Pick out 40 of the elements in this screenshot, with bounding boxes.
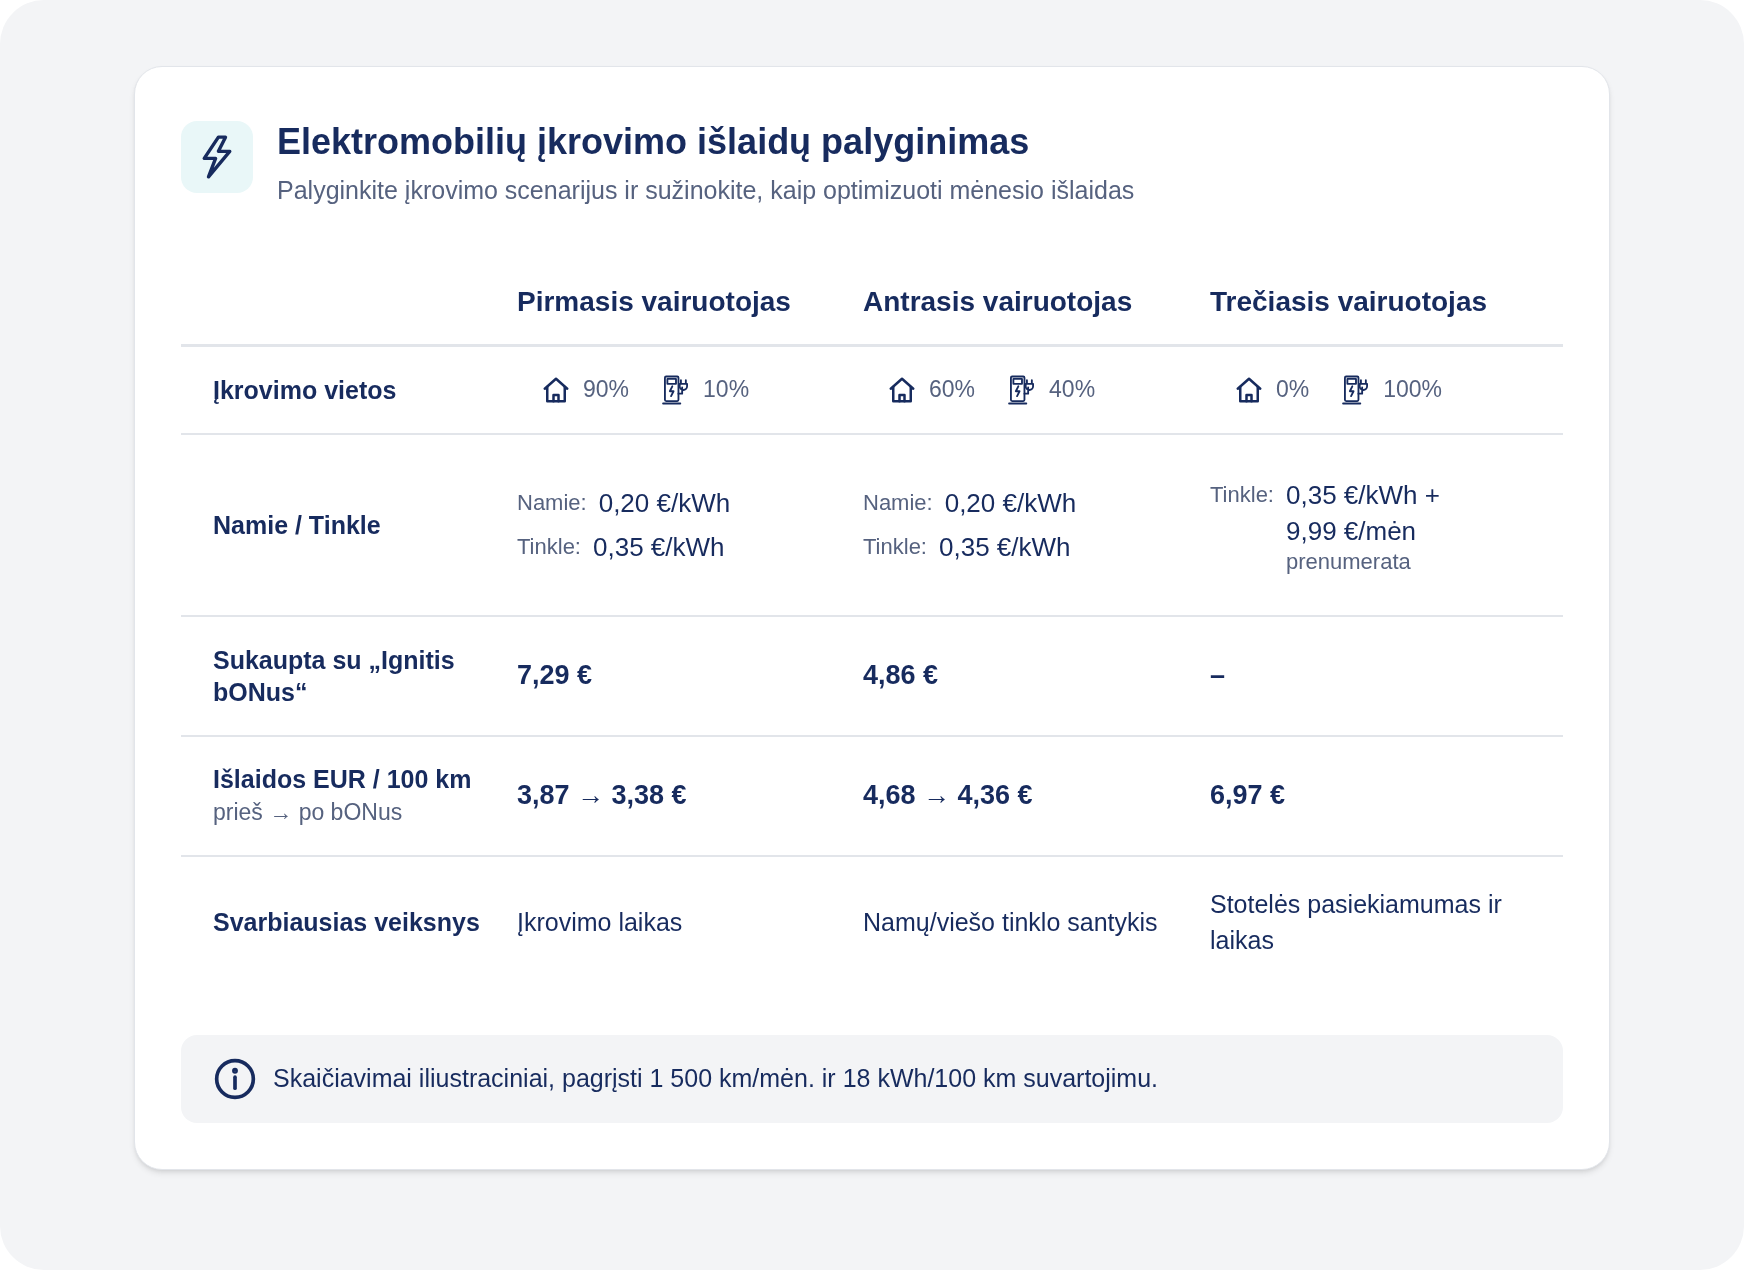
amount-value: 6,97 € [1210,779,1287,813]
rate-label: Tinkle: [1210,480,1274,509]
row-sublabel: prieš → po bONus [213,797,404,827]
factor-text: Stotelės pasiekiamumas ir laikas [1210,888,1503,956]
rate-label: Namie: [517,488,587,517]
row-label: Sukaupta su „Ignitis bONus“ [213,644,456,708]
rate-value: 0,35 €/kWh [593,530,725,564]
amount-value: 7,29 € [517,659,594,693]
rate-label: Namie: [863,488,933,517]
rate-value: 0,20 €/kWh [598,486,731,520]
network-share: 10% [703,375,750,405]
lightning-icon [200,134,234,180]
row-label: Įkrovimo vietos [213,374,398,406]
factor-text: Namų/viešo tinklo santykis [863,906,1159,938]
info-icon [213,1056,257,1101]
page-subtitle: Palyginkite įkrovimo scenarijus ir sužinokite, kaip optimizuoti mėnesio išlaidas [277,175,1135,206]
amount-value: 4,86 € [863,659,940,693]
row-label: Išlaidos EUR / 100 km [213,763,473,795]
amount-value: 4,68 → 4,36 € [863,779,1034,813]
column-header: Trečiasis vairuotojas [1210,284,1489,319]
home-share: 60% [929,375,976,405]
home-share: 90% [583,375,630,405]
network-share: 40% [1049,375,1096,405]
rate-label: Tinkle: [863,532,927,561]
row-label: Namie / Tinkle [213,509,382,541]
page-title: Elektromobilių įkrovimo išlaidų palyginimas [277,120,1031,164]
rate-note: prenumerata [1286,548,1412,575]
amount-value: 3,87 → 3,38 € [517,779,688,813]
rate-value: 0,20 €/kWh [944,486,1077,520]
column-header: Antrasis vairuotojas [863,284,1134,319]
home-share: 0% [1276,375,1310,405]
rate-value: 0,35 €/kWh + 9,99 €/mėn [1286,478,1441,548]
row-label: Svarbiausias veiksnys [213,906,481,938]
rate-value: 0,35 €/kWh [939,530,1071,564]
info-text: Skaičiavimai iliustraciniai, pagrįsti 1 500 km/mėn. ir 18 kWh/100 km suvartojimu. [273,1062,1159,1094]
column-header: Pirmasis vairuotojas [517,284,792,319]
factor-text: Įkrovimo laikas [517,906,684,938]
rate-label: Tinkle: [517,532,581,561]
network-share: 100% [1383,375,1443,405]
amount-value: – [1210,659,1227,693]
